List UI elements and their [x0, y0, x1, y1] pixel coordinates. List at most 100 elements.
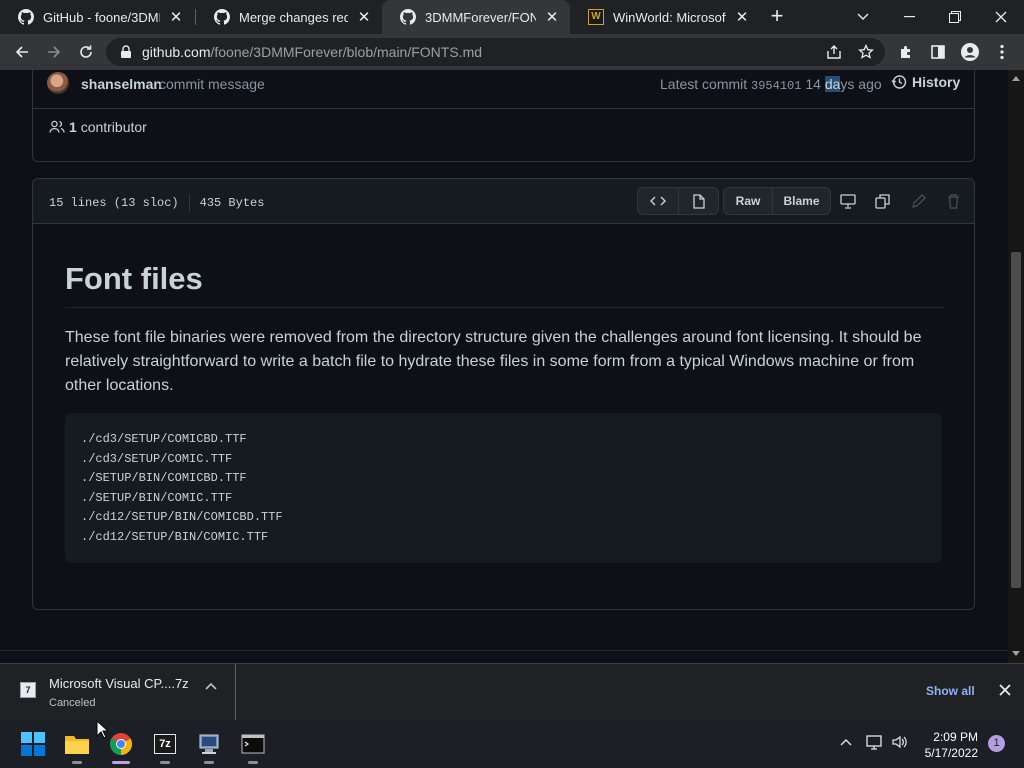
running-indicator [72, 761, 82, 764]
side-panel-icon[interactable] [926, 40, 950, 64]
code-line: ./cd12/SETUP/BIN/COMIC.TTF [81, 529, 269, 544]
chrome-icon[interactable] [108, 732, 134, 756]
download-item[interactable]: 7 Microsoft Visual CP....7z Canceled [0, 664, 236, 720]
commit-message[interactable]: commit message [159, 76, 265, 92]
commit-box: shanselman commit message Latest commit … [32, 70, 975, 162]
trash-icon[interactable] [943, 191, 963, 211]
close-icon[interactable] [998, 683, 1012, 697]
restore-button[interactable] [932, 0, 978, 34]
commit-age-selected: da [824, 76, 841, 92]
history-icon [891, 75, 907, 89]
code-icon [650, 196, 666, 206]
share-icon[interactable] [822, 40, 846, 64]
people-icon [49, 120, 65, 133]
scroll-down-icon[interactable] [1012, 651, 1020, 656]
bookmark-star-icon[interactable] [854, 40, 878, 64]
commit-age-a: 14 [805, 76, 825, 92]
tab-github-home[interactable]: GitHub - foone/3DMMForever: The ✕ [0, 0, 194, 34]
windows-start-icon[interactable] [20, 732, 46, 756]
file-size: 435 Bytes [199, 196, 265, 210]
mouse-cursor-icon [96, 720, 108, 739]
raw-button[interactable]: Raw [724, 188, 772, 214]
chevron-up-icon[interactable] [205, 682, 217, 690]
commit-sha[interactable]: 3954101 [751, 79, 801, 93]
code-line: ./cd3/SETUP/COMICBD.TTF [81, 432, 247, 446]
close-tab-icon[interactable]: ✕ [168, 8, 184, 26]
tab-title: 3DMMForever/FONTS.md at main [425, 9, 536, 25]
latest-commit-label: Latest commit [660, 76, 748, 92]
download-bar: 7 Microsoft Visual CP....7z Canceled Sho… [0, 663, 1024, 720]
extensions-icon[interactable] [894, 40, 918, 64]
file-icon [692, 193, 705, 209]
address-bar[interactable]: github.com/foone/3DMMForever/blob/main/F… [106, 38, 885, 66]
tab-title: Merge changes required to build [239, 9, 348, 25]
file-info: 15 lines (13 sloc) 435 Bytes [49, 194, 264, 212]
network-computer-icon[interactable] [196, 732, 222, 756]
raw-blame-group: Raw Blame [723, 187, 831, 215]
tab-winworld[interactable]: W WinWorld: Microsoft 3D Movie ✕ [570, 0, 760, 34]
code-line: ./SETUP/BIN/COMICBD.TTF [81, 471, 247, 485]
contributor-label: contributor [80, 119, 147, 135]
system-clock[interactable]: 2:09 PM 5/17/2022 [916, 729, 978, 761]
close-tab-icon[interactable]: ✕ [544, 8, 560, 26]
scrollbar-thumb[interactable] [1011, 252, 1021, 588]
avatar[interactable] [47, 72, 69, 94]
download-filename: Microsoft Visual CP....7z [49, 676, 189, 691]
code-block: ./cd3/SETUP/COMICBD.TTF ./cd3/SETUP/COMIC… [65, 413, 941, 563]
file-explorer-icon[interactable] [64, 732, 90, 756]
github-icon [400, 9, 416, 25]
url-path: /foone/3DMMForever/blob/main/FONTS.md [210, 44, 483, 60]
commit-age-b: ys ago [840, 76, 882, 92]
tab-title: WinWorld: Microsoft 3D Movie [613, 9, 726, 25]
chevron-up-icon[interactable] [840, 738, 852, 746]
history-label: History [912, 74, 961, 90]
tab-search-icon[interactable] [840, 0, 886, 34]
forward-icon[interactable] [42, 40, 66, 64]
lock-icon[interactable] [120, 45, 132, 59]
copy-icon[interactable] [873, 191, 893, 211]
menu-kebab-icon[interactable] [990, 40, 1014, 64]
tab-fonts-md[interactable]: 3DMMForever/FONTS.md at main ✕ [382, 0, 570, 34]
code-view-button[interactable] [638, 188, 678, 214]
view-toggle-group [637, 187, 719, 215]
terminal-icon[interactable] [240, 732, 266, 756]
taskbar: 7z 2:09 PM 5/17/2022 1 [0, 720, 1024, 768]
reload-icon[interactable] [74, 40, 98, 64]
scroll-up-icon[interactable] [1012, 76, 1020, 81]
archive-file-icon: 7 [20, 682, 36, 698]
volume-icon[interactable] [891, 734, 909, 750]
tab-title: GitHub - foone/3DMMForever: The [43, 9, 160, 25]
history-link[interactable]: History [891, 74, 960, 90]
latest-commit-info: Latest commit 3954101 14 days ago [660, 76, 882, 93]
commit-author[interactable]: shanselman [81, 76, 162, 92]
github-icon [214, 9, 230, 25]
rendered-view-button[interactable] [678, 188, 718, 214]
7zip-label: 7z [154, 734, 176, 754]
running-indicator [160, 761, 170, 764]
tab-strip: GitHub - foone/3DMMForever: The ✕ Merge … [0, 0, 1024, 34]
close-tab-icon[interactable]: ✕ [356, 8, 372, 26]
blame-button[interactable]: Blame [772, 188, 830, 214]
7zip-icon[interactable]: 7z [152, 732, 178, 756]
running-indicator [204, 761, 214, 764]
back-icon[interactable] [10, 40, 34, 64]
minimize-button[interactable] [886, 0, 932, 34]
page-scrollbar[interactable] [1008, 70, 1024, 663]
pencil-icon[interactable] [908, 191, 928, 211]
close-window-button[interactable] [978, 0, 1024, 34]
winworld-icon: W [588, 9, 604, 25]
network-icon[interactable] [866, 734, 884, 750]
desktop-icon[interactable] [838, 191, 858, 211]
show-all-button[interactable]: Show all [926, 684, 975, 698]
file-header: 15 lines (13 sloc) 435 Bytes Raw Blame [33, 179, 974, 224]
tab-merge-changes[interactable]: Merge changes required to build ✕ [196, 0, 382, 34]
contributors-row[interactable]: 1 contributor [49, 119, 147, 135]
notification-badge[interactable]: 1 [988, 735, 1005, 752]
page-content: shanselman commit message Latest commit … [0, 70, 1008, 663]
clock-date: 5/17/2022 [924, 746, 978, 760]
close-tab-icon[interactable]: ✕ [734, 8, 750, 26]
github-icon [18, 9, 34, 25]
new-tab-button[interactable]: + [766, 5, 788, 28]
profile-avatar-icon[interactable] [958, 40, 982, 64]
download-status: Canceled [49, 697, 96, 709]
